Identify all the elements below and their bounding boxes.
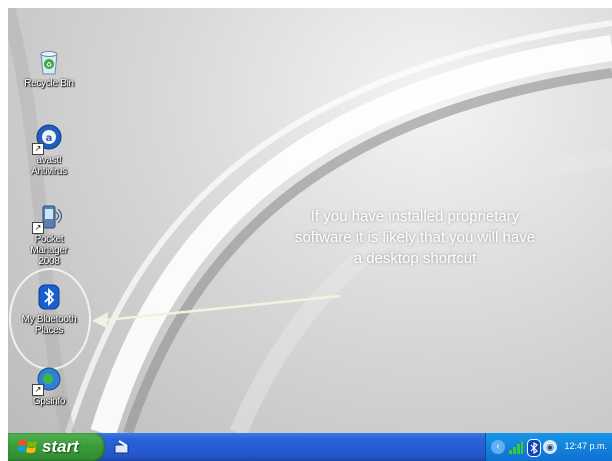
avast-icon: a ↗ [32, 123, 64, 155]
clock: 12:47 p.m. [564, 441, 607, 451]
desktop-icon-label: avast! Antivirus [31, 155, 67, 177]
bluetooth-icon [34, 282, 64, 312]
desktop-icon-label: My Bluetooth Places [21, 314, 77, 336]
system-tray: ‹ ◉ 12:47 p.m. [485, 433, 612, 461]
desktop-icon-pocket-manager[interactable]: ↗ Pocket Manager 2008 [12, 202, 86, 267]
svg-text:♻: ♻ [46, 61, 52, 69]
callout-text: If you have installed proprietary softwa… [294, 208, 536, 267]
desktop-icon-avast[interactable]: a ↗ avast! Antivirus [12, 123, 86, 177]
desktop-icon-gpsinfo[interactable]: ↗ Gpsinfo [12, 364, 86, 407]
shortcut-arrow-icon: ↗ [32, 384, 44, 396]
desktop-icon-label: Pocket Manager 2008 [30, 234, 68, 267]
desktop-icon-label: Recycle Bin [24, 78, 74, 89]
pocket-manager-icon: ↗ [32, 202, 64, 234]
back-arrow-icon[interactable]: ‹ [491, 440, 505, 454]
speaker-icon[interactable]: ◉ [543, 440, 557, 454]
windows-logo-icon [18, 440, 37, 453]
show-desktop-icon[interactable] [113, 439, 131, 455]
gpsinfo-icon: ↗ [32, 364, 64, 396]
start-button[interactable]: start [8, 433, 105, 461]
shortcut-arrow-icon: ↗ [32, 222, 44, 234]
desktop-icon-bluetooth-places[interactable]: My Bluetooth Places [12, 282, 86, 336]
desktop-screen: ♻ Recycle Bin a ↗ avast! Antivirus ↗ Poc… [8, 8, 612, 461]
recycle-bin-icon: ♻ [34, 46, 64, 76]
signal-icon[interactable] [508, 439, 524, 455]
bluetooth-tray-icon[interactable] [527, 439, 541, 457]
start-label: start [42, 437, 79, 456]
desktop-icon-recycle-bin[interactable]: ♻ Recycle Bin [12, 46, 86, 89]
callout-arrowhead [92, 312, 108, 328]
shortcut-arrow-icon: ↗ [32, 143, 44, 155]
svg-text:a: a [46, 133, 53, 144]
desktop-icon-label: Gpsinfo [32, 396, 66, 407]
taskbar: start ‹ ◉ 12:47 p.m. [8, 433, 612, 461]
